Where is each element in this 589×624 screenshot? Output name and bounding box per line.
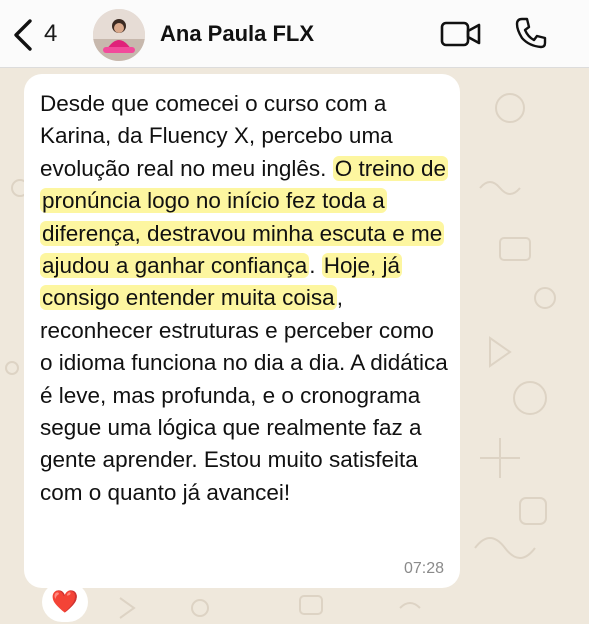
- chat-header: 4 Ana Paula FLX: [0, 0, 589, 68]
- message-text-part: .: [309, 253, 322, 279]
- voice-call-button[interactable]: [514, 16, 548, 50]
- message-text-part: , reconhecer estruturas e perceber como …: [40, 285, 448, 505]
- unread-count[interactable]: 4: [44, 20, 57, 48]
- avatar[interactable]: [93, 9, 145, 61]
- phone-icon: [515, 17, 547, 49]
- reaction-badge[interactable]: ❤️: [42, 582, 88, 622]
- back-button[interactable]: [12, 18, 34, 52]
- message-text: Desde que comecei o curso com a Karina, …: [40, 88, 450, 509]
- heart-icon: ❤️: [51, 589, 79, 614]
- chevron-left-icon: [14, 19, 32, 51]
- avatar-photo: [93, 9, 145, 61]
- contact-name[interactable]: Ana Paula FLX: [160, 21, 314, 47]
- video-call-button[interactable]: [440, 20, 482, 48]
- message-bubble[interactable]: Desde que comecei o curso com a Karina, …: [24, 74, 460, 588]
- message-timestamp: 07:28: [403, 560, 444, 577]
- video-camera-icon: [440, 21, 481, 47]
